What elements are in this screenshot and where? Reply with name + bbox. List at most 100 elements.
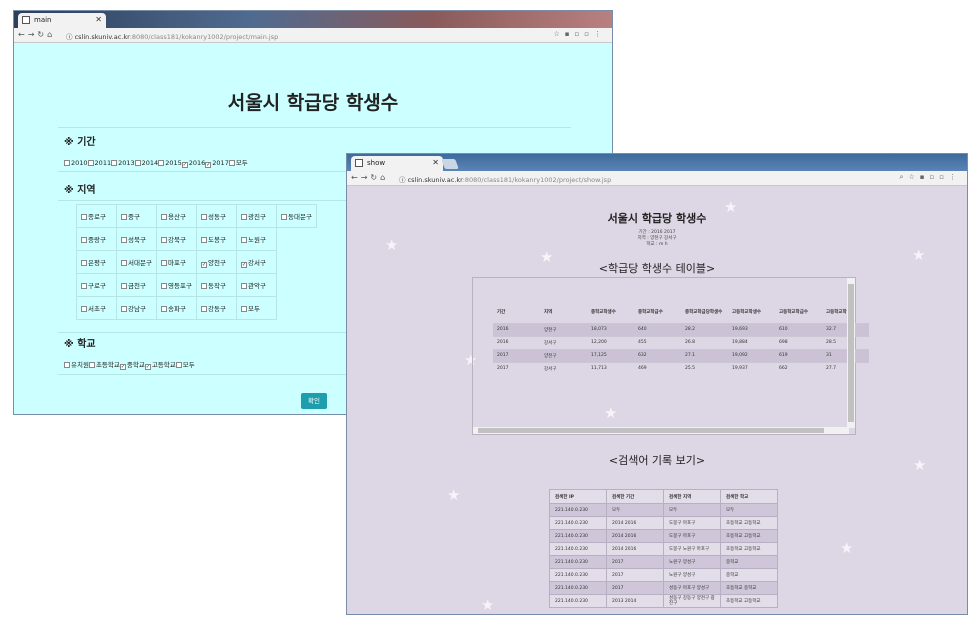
period-option[interactable]: 2014 bbox=[134, 159, 158, 167]
region-option[interactable]: 은평구 bbox=[81, 259, 106, 267]
checkbox[interactable] bbox=[119, 364, 126, 370]
back-icon[interactable]: ← bbox=[18, 30, 28, 39]
checkbox[interactable] bbox=[81, 306, 87, 312]
school-option[interactable]: 모두 bbox=[175, 361, 195, 369]
checkbox[interactable] bbox=[161, 283, 167, 289]
checkbox[interactable] bbox=[201, 306, 207, 312]
period-option[interactable]: 2013 bbox=[111, 159, 135, 167]
region-option[interactable]: 구로구 bbox=[81, 282, 106, 290]
checkbox[interactable] bbox=[161, 260, 167, 266]
region-option[interactable]: 강서구 bbox=[241, 259, 266, 268]
region-option[interactable]: 금천구 bbox=[121, 282, 146, 290]
checkbox[interactable] bbox=[121, 283, 127, 289]
checkbox[interactable] bbox=[181, 162, 188, 168]
extension-icon[interactable]: ▫ bbox=[584, 30, 594, 38]
scroll-thumb[interactable] bbox=[478, 428, 824, 433]
period-option[interactable]: 2010 bbox=[64, 159, 88, 167]
extension-icon[interactable]: ▪ bbox=[920, 173, 930, 181]
checkbox[interactable] bbox=[201, 214, 207, 220]
checkbox[interactable] bbox=[241, 283, 247, 289]
period-option[interactable]: 2011 bbox=[87, 159, 111, 167]
checkbox[interactable] bbox=[241, 306, 247, 312]
region-option[interactable]: 노원구 bbox=[241, 236, 266, 244]
checkbox[interactable] bbox=[144, 364, 151, 370]
table-scroll-area[interactable]: 기간 지역 중학교학생수 중학교학급수 중학교학급당학생수 고등학교학생수 고등학교학급수 고… bbox=[472, 277, 869, 435]
region-option[interactable]: 동대문구 bbox=[281, 213, 312, 221]
checkbox[interactable] bbox=[241, 214, 247, 220]
region-option[interactable]: 성북구 bbox=[121, 236, 146, 244]
checkbox[interactable] bbox=[88, 362, 95, 368]
new-tab-button[interactable] bbox=[441, 159, 459, 169]
region-option[interactable]: 도봉구 bbox=[201, 236, 226, 244]
checkbox[interactable] bbox=[161, 237, 167, 243]
checkbox[interactable] bbox=[134, 160, 141, 166]
region-option[interactable]: 모두 bbox=[241, 305, 260, 313]
checkbox[interactable] bbox=[121, 306, 127, 312]
home-icon[interactable]: ⌂ bbox=[47, 30, 55, 39]
extension-icon[interactable]: ▫ bbox=[930, 173, 940, 181]
extension-icon[interactable]: ▫ bbox=[939, 173, 949, 181]
url-field[interactable]: ⓘ cslin.skuniv.ac.kr:8080/class181/kokan… bbox=[66, 31, 278, 41]
period-option[interactable]: 2016 bbox=[181, 159, 205, 168]
checkbox[interactable] bbox=[121, 214, 127, 220]
region-option[interactable]: 중구 bbox=[121, 213, 140, 221]
checkbox[interactable] bbox=[241, 237, 247, 243]
region-option[interactable]: 용산구 bbox=[161, 213, 186, 221]
menu-icon[interactable]: ⋮ bbox=[594, 30, 606, 38]
period-option[interactable]: 모두 bbox=[228, 159, 248, 167]
extension-icon[interactable]: ▫ bbox=[575, 30, 585, 38]
checkbox[interactable] bbox=[175, 362, 182, 368]
forward-icon[interactable]: → bbox=[361, 173, 371, 182]
school-option[interactable]: 초등학교 bbox=[88, 361, 120, 369]
period-option[interactable]: 2017 bbox=[205, 159, 229, 168]
region-option[interactable]: 관악구 bbox=[241, 282, 266, 290]
region-option[interactable]: 강북구 bbox=[161, 236, 186, 244]
home-icon[interactable]: ⌂ bbox=[380, 173, 388, 182]
checkbox[interactable] bbox=[121, 237, 127, 243]
school-option[interactable]: 중학교 bbox=[119, 361, 145, 370]
school-option[interactable]: 유치원 bbox=[64, 361, 89, 369]
tab-show[interactable]: show ✕ bbox=[351, 156, 443, 171]
checkbox[interactable] bbox=[111, 160, 118, 166]
region-option[interactable]: 강남구 bbox=[121, 305, 146, 313]
extension-icon[interactable]: ▪ bbox=[565, 30, 575, 38]
checkbox[interactable] bbox=[81, 283, 87, 289]
region-option[interactable]: 마포구 bbox=[161, 259, 186, 267]
checkbox[interactable] bbox=[201, 283, 207, 289]
checkbox[interactable] bbox=[81, 214, 87, 220]
region-option[interactable]: 성동구 bbox=[201, 213, 226, 221]
checkbox[interactable] bbox=[201, 261, 207, 268]
checkbox[interactable] bbox=[161, 214, 167, 220]
school-option[interactable]: 고등학교 bbox=[144, 361, 176, 370]
back-icon[interactable]: ← bbox=[351, 173, 361, 182]
reload-icon[interactable]: ↻ bbox=[37, 30, 47, 39]
menu-icon[interactable]: ⋮ bbox=[949, 173, 961, 181]
close-tab-icon[interactable]: ✕ bbox=[432, 158, 439, 167]
confirm-button[interactable]: 확인 bbox=[301, 393, 327, 409]
region-option[interactable]: 강동구 bbox=[201, 305, 226, 313]
vertical-scrollbar[interactable] bbox=[847, 278, 855, 428]
checkbox[interactable] bbox=[81, 237, 87, 243]
period-option[interactable]: 2015 bbox=[158, 159, 182, 167]
checkbox[interactable] bbox=[205, 162, 212, 168]
bookmark-star-icon[interactable]: ☆ bbox=[553, 30, 564, 38]
region-option[interactable]: 서초구 bbox=[81, 305, 106, 313]
tab-main[interactable]: main ✕ bbox=[18, 13, 106, 28]
reload-icon[interactable]: ↻ bbox=[370, 173, 380, 182]
forward-icon[interactable]: → bbox=[28, 30, 38, 39]
region-option[interactable]: 영등포구 bbox=[161, 282, 192, 290]
bookmark-star-icon[interactable]: ☆ bbox=[908, 173, 919, 181]
checkbox[interactable] bbox=[81, 260, 87, 266]
scroll-thumb[interactable] bbox=[848, 284, 854, 422]
checkbox[interactable] bbox=[64, 160, 70, 166]
checkbox[interactable] bbox=[64, 362, 70, 368]
region-option[interactable]: 송파구 bbox=[161, 305, 186, 313]
region-option[interactable]: 양천구 bbox=[201, 259, 226, 268]
checkbox[interactable] bbox=[87, 160, 94, 166]
region-option[interactable]: 동작구 bbox=[201, 282, 226, 290]
region-option[interactable]: 종로구 bbox=[81, 213, 106, 221]
checkbox[interactable] bbox=[241, 261, 247, 268]
horizontal-scrollbar[interactable] bbox=[473, 427, 849, 434]
region-option[interactable]: 서대문구 bbox=[121, 259, 152, 267]
checkbox[interactable] bbox=[158, 160, 165, 166]
